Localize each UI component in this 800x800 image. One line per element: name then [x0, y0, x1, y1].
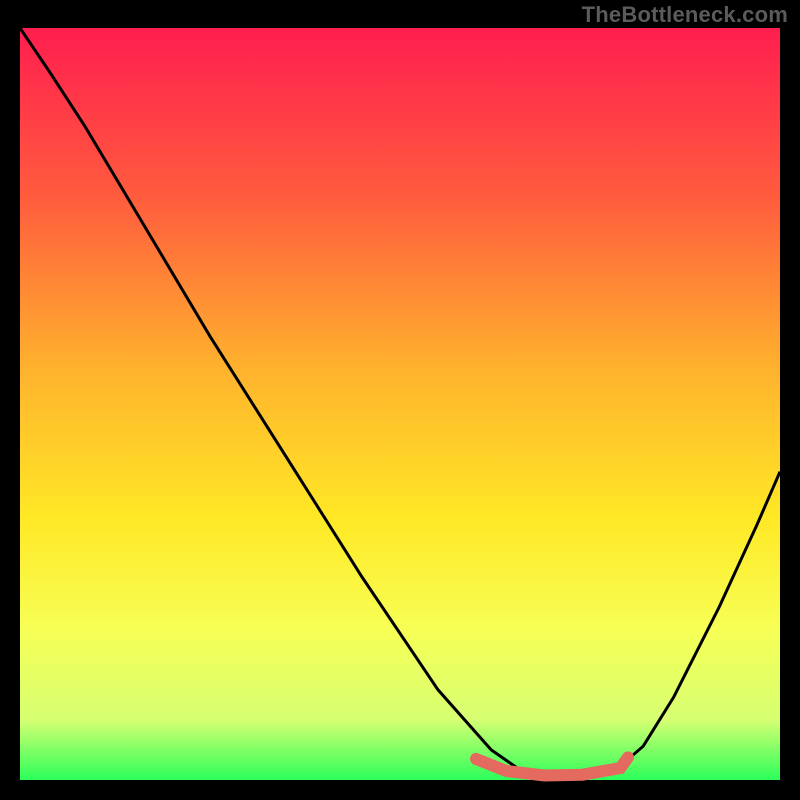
plot-area — [20, 28, 780, 780]
watermark-text: TheBottleneck.com — [582, 2, 788, 28]
bottleneck-chart — [0, 0, 800, 800]
chart-stage: TheBottleneck.com — [0, 0, 800, 800]
